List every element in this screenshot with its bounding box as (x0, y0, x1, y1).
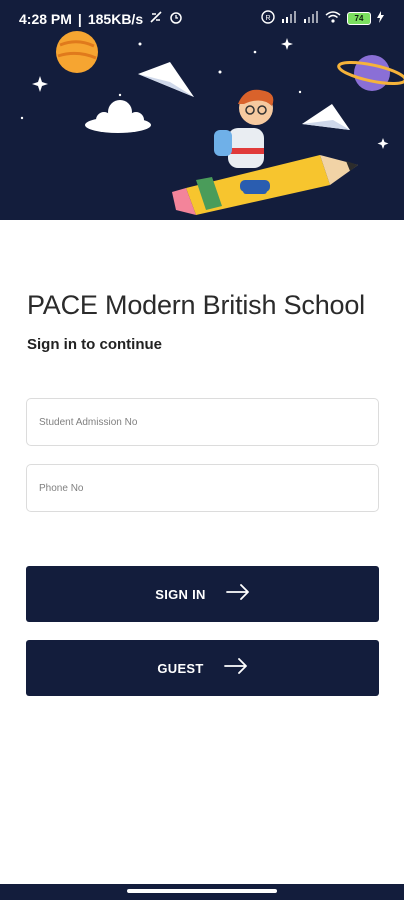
signal-icon (281, 11, 297, 26)
phone-no-field[interactable] (26, 464, 379, 512)
wifi-icon (325, 11, 341, 26)
guest-label: GUEST (157, 660, 204, 676)
header-illustration: 4:28 PM | 185KB/s R 74 (0, 0, 404, 220)
admission-no-field[interactable] (26, 398, 379, 446)
sign-in-button[interactable]: SIGN IN (26, 566, 379, 622)
battery-icon: 74 (347, 12, 371, 25)
status-left: 4:28 PM | 185KB/s (19, 10, 183, 27)
cloud-icon (85, 100, 151, 133)
arrow-right-icon (225, 583, 250, 605)
guest-button[interactable]: GUEST (26, 640, 379, 696)
sign-in-label: SIGN IN (155, 586, 206, 602)
svg-text:R: R (265, 15, 270, 22)
home-indicator[interactable] (127, 889, 277, 893)
alarm-icon (169, 10, 183, 27)
status-time: 4:28 PM (19, 10, 72, 27)
charging-icon (377, 11, 384, 26)
sign-in-subtitle: Sign in to continue (27, 336, 162, 353)
network-speed: 185KB/s (87, 10, 144, 27)
orange-planet-icon (56, 31, 98, 73)
status-divider: | (77, 10, 82, 27)
arrow-right-icon (223, 657, 248, 679)
phone-no-input[interactable] (27, 465, 378, 511)
status-bar: 4:28 PM | 185KB/s R 74 (0, 0, 404, 36)
signal-icon-2 (303, 11, 319, 26)
system-navigation-bar (0, 884, 404, 900)
purple-planet-icon (337, 55, 404, 91)
battery-level: 74 (354, 14, 364, 23)
school-name: PACE Modern British School (27, 290, 365, 320)
data-saver-icon (149, 10, 163, 27)
hd-icon: R (261, 10, 275, 27)
admission-no-input[interactable] (27, 399, 378, 445)
status-right: R 74 (261, 10, 384, 27)
